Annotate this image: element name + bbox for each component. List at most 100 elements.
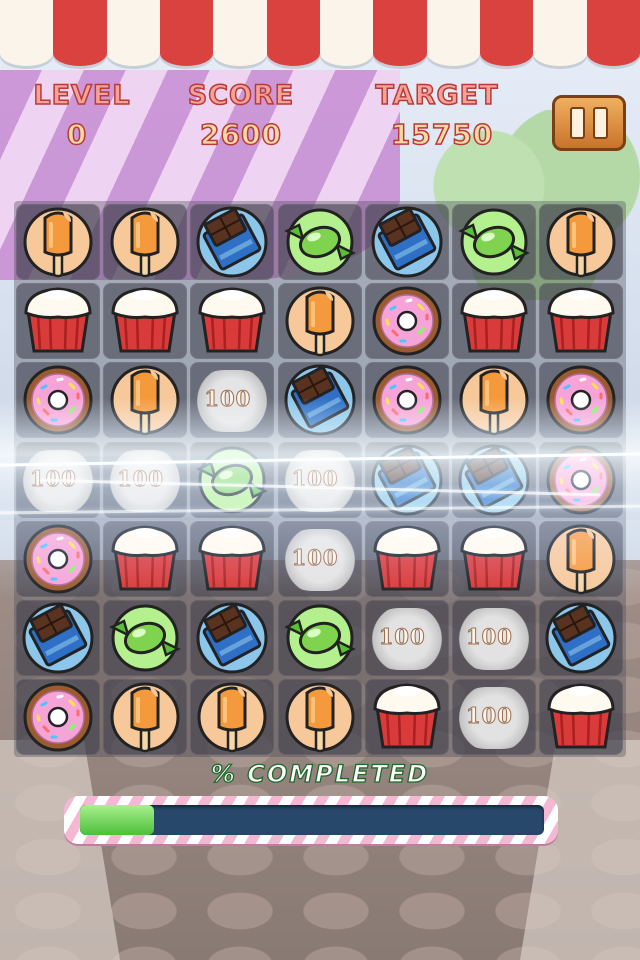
board-cell[interactable]	[16, 204, 100, 280]
candy-icon	[281, 603, 359, 673]
board-cell[interactable]	[190, 520, 275, 597]
board-cell[interactable]	[364, 283, 449, 360]
shop-awning	[0, 0, 640, 72]
board-cell[interactable]	[539, 600, 624, 676]
game-scene: LEVEL 0 SCORE 2600 TARGET 15750 100 100 …	[0, 0, 640, 960]
board-cell[interactable]	[190, 283, 275, 360]
board-cell[interactable]	[539, 362, 624, 439]
cupcake-icon	[107, 285, 183, 357]
board-cell[interactable]	[539, 283, 624, 360]
board-cell[interactable]	[364, 204, 449, 280]
board-cell[interactable]	[452, 283, 536, 360]
board-cell[interactable]	[539, 204, 624, 280]
level-label: LEVEL	[33, 79, 131, 112]
board-cell[interactable]	[277, 362, 362, 439]
candy-icon	[281, 207, 359, 277]
cupcake-icon	[456, 285, 532, 357]
cupcake-icon	[20, 285, 96, 357]
board-cell[interactable]	[16, 283, 100, 360]
cupcake-icon	[194, 285, 270, 357]
popsicle-icon	[546, 523, 616, 595]
donut-icon	[371, 285, 443, 357]
points-popup: 100	[291, 544, 339, 570]
popsicle-icon	[459, 364, 529, 436]
pause-button[interactable]	[552, 95, 626, 151]
board-cell[interactable]	[364, 520, 449, 597]
board-cell[interactable]	[364, 679, 449, 756]
board-cell[interactable]	[16, 520, 100, 597]
target-value: 15750	[390, 117, 494, 152]
board-cell[interactable]	[539, 441, 624, 518]
candy-icon	[455, 207, 533, 277]
progress-label: % COMPLETED	[210, 759, 430, 788]
target-label: TARGET	[375, 79, 499, 112]
chocolate-icon	[194, 600, 270, 676]
donut-icon	[22, 364, 94, 436]
chocolate-icon	[456, 442, 532, 518]
chocolate-icon	[369, 204, 445, 280]
points-popup: 100	[466, 624, 513, 650]
board-cell[interactable]	[190, 204, 275, 280]
popsicle-icon	[285, 285, 355, 357]
game-board: 100 100 100 100 100 100 100 100	[14, 201, 626, 757]
donut-icon	[371, 364, 443, 436]
cupcake-icon	[456, 523, 532, 595]
board-cell[interactable]	[103, 283, 188, 360]
points-popup: 100	[204, 386, 252, 412]
board-cell[interactable]	[364, 441, 449, 518]
candy-icon	[193, 445, 271, 515]
popsicle-icon	[546, 206, 616, 278]
progress-track	[80, 805, 544, 835]
board-cell[interactable]	[190, 600, 275, 676]
board-cell[interactable]	[452, 362, 536, 439]
board-cell[interactable]	[277, 600, 362, 676]
board-cell[interactable]	[16, 362, 100, 439]
board-cell[interactable]	[16, 600, 100, 676]
board-cell[interactable]	[103, 204, 188, 280]
chocolate-icon	[369, 442, 445, 518]
candy-icon	[106, 603, 184, 673]
cupcake-icon	[369, 523, 445, 595]
board-cell[interactable]	[190, 679, 275, 756]
popsicle-icon	[110, 681, 180, 753]
board-cell[interactable]	[16, 679, 100, 756]
cupcake-icon	[543, 681, 619, 753]
score-value: 2600	[199, 117, 282, 152]
board-cell[interactable]	[277, 204, 362, 280]
board-cell[interactable]	[103, 520, 188, 597]
board-cell[interactable]	[103, 679, 188, 756]
chocolate-icon	[282, 362, 358, 438]
pause-icon	[570, 107, 585, 139]
progress-bar	[64, 796, 558, 844]
board-cell[interactable]	[103, 600, 188, 676]
cupcake-icon	[543, 285, 619, 357]
chocolate-icon	[543, 600, 619, 676]
board-cell[interactable]	[452, 520, 536, 597]
board-cell[interactable]	[103, 362, 188, 439]
cupcake-icon	[369, 681, 445, 753]
points-popup: 100	[30, 465, 77, 491]
donut-icon	[22, 681, 94, 753]
cupcake-icon	[194, 523, 270, 595]
donut-icon	[22, 523, 94, 595]
board-cell[interactable]	[190, 441, 275, 518]
popsicle-icon	[197, 681, 267, 753]
donut-icon	[545, 444, 617, 516]
points-popup: 100	[378, 624, 426, 650]
chocolate-icon	[194, 204, 270, 280]
points-popup: 100	[466, 703, 513, 729]
board-cell[interactable]	[539, 520, 624, 597]
donut-icon	[545, 364, 617, 436]
popsicle-icon	[23, 206, 93, 278]
board-cell[interactable]	[364, 362, 449, 439]
popsicle-icon	[285, 681, 355, 753]
board-cell[interactable]	[277, 283, 362, 360]
board-cell[interactable]	[452, 204, 536, 280]
board-cell[interactable]	[539, 679, 624, 756]
popsicle-icon	[110, 364, 180, 436]
cupcake-icon	[107, 523, 183, 595]
score-label: SCORE	[187, 79, 295, 112]
board-cell[interactable]	[452, 441, 536, 518]
board-cell[interactable]	[277, 679, 362, 756]
popsicle-icon	[110, 206, 180, 278]
